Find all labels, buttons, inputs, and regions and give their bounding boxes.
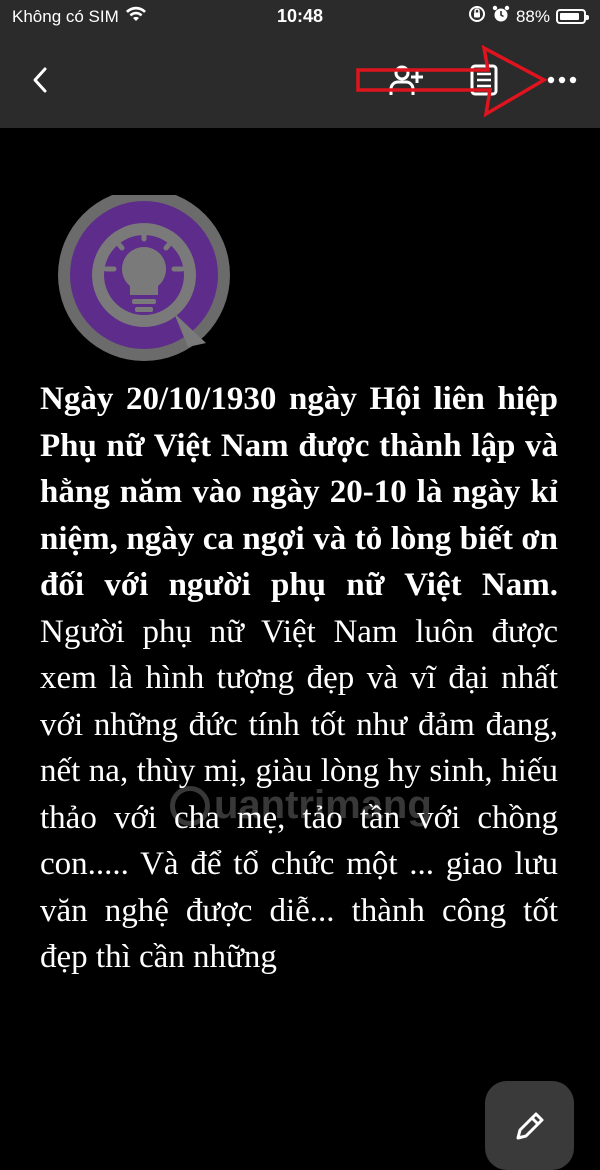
carrier-label: Không có SIM [12, 6, 119, 26]
more-icon [547, 76, 577, 84]
wifi-icon [125, 6, 147, 27]
add-collaborator-button[interactable] [384, 60, 428, 100]
status-left: Không có SIM [12, 6, 147, 27]
add-person-icon [389, 65, 423, 95]
notes-button[interactable] [464, 60, 504, 100]
back-button[interactable] [22, 60, 58, 100]
back-icon [33, 67, 47, 93]
alarm-icon [492, 5, 510, 28]
battery-percent: 88% [515, 6, 550, 26]
notes-icon [470, 64, 498, 96]
article-lead: Ngày 20/10/1930 ngày Hội liên hiệp Phụ n… [40, 381, 558, 603]
pencil-icon [516, 1112, 543, 1139]
lightbulb-logo-icon [58, 195, 230, 361]
battery-icon [556, 9, 589, 24]
battery-tip [586, 15, 589, 20]
more-options-button[interactable] [540, 60, 584, 100]
top-toolbar [0, 34, 600, 128]
edit-button[interactable] [485, 1081, 574, 1170]
status-bar: Không có SIM 10:48 88% [0, 0, 600, 34]
note-content[interactable]: Ngày 20/10/1930 ngày Hội liên hiệp Phụ n… [0, 128, 600, 1170]
article-body: Người phụ nữ Việt Nam luôn được xem là h… [40, 613, 558, 976]
battery-fill [560, 13, 580, 20]
status-right: 88% [468, 5, 589, 28]
orientation-lock-icon [468, 5, 486, 28]
article-text: Ngày 20/10/1930 ngày Hội liên hiệp Phụ n… [40, 376, 558, 981]
